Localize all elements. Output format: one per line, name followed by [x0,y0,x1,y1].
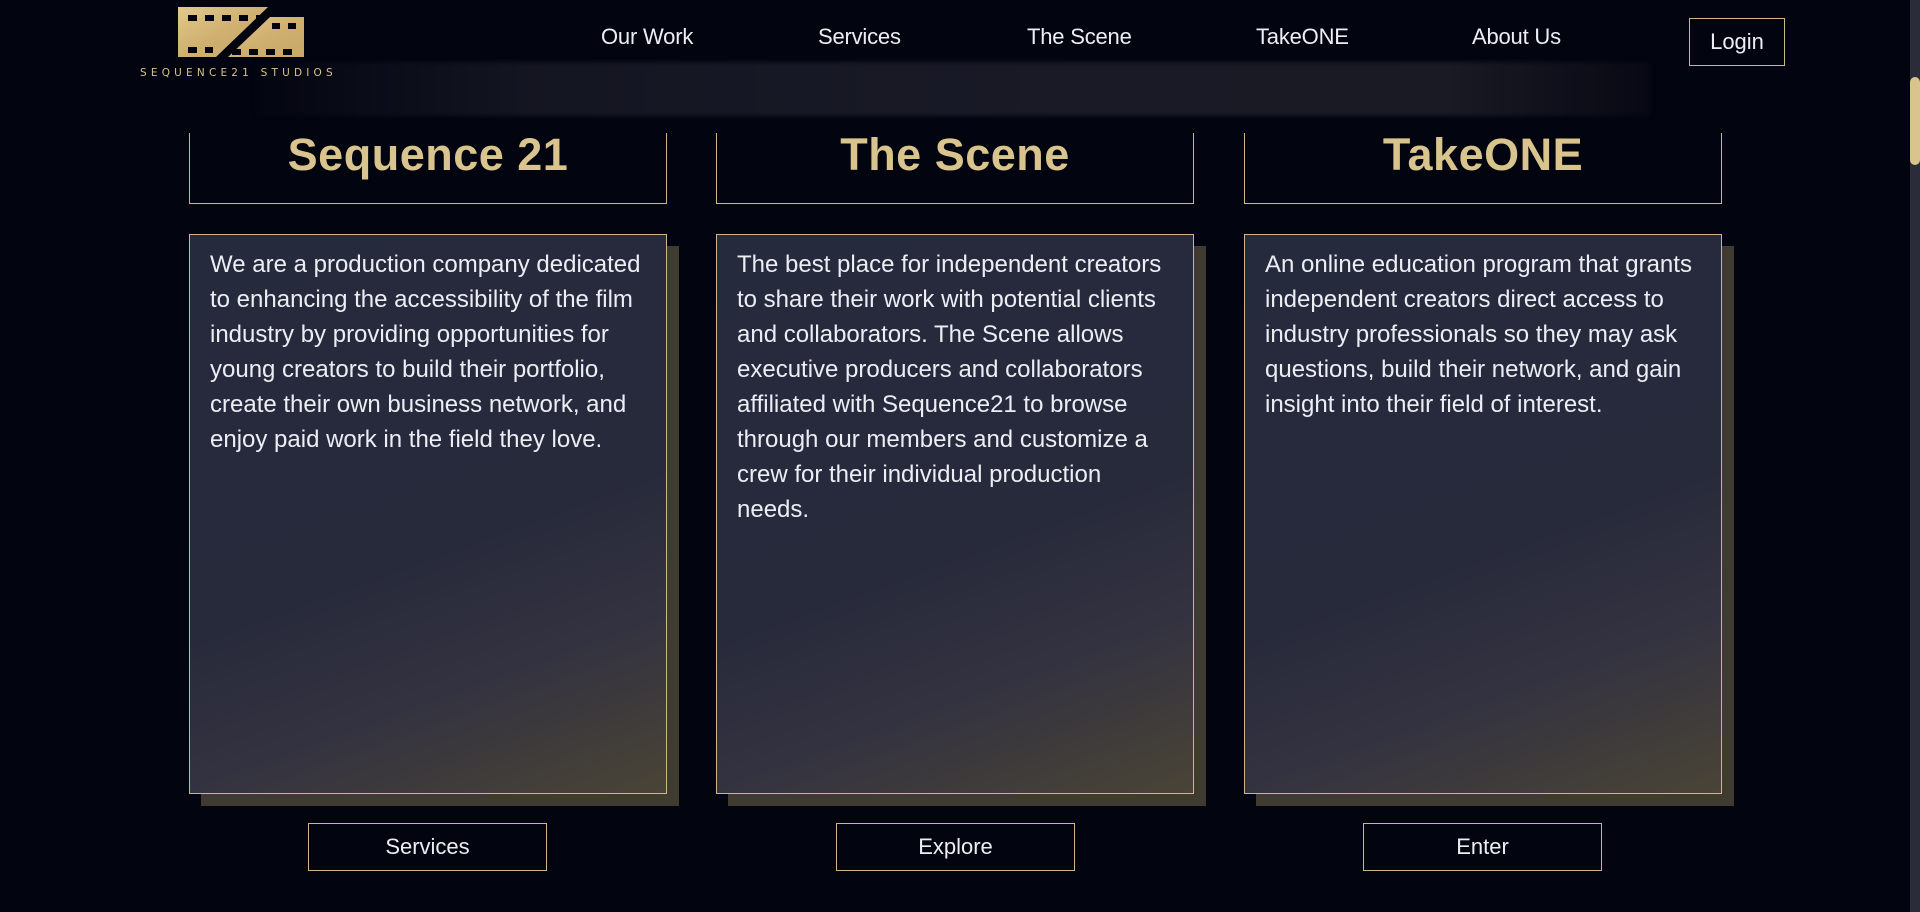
scrollbar-thumb[interactable] [1910,77,1920,165]
card-header: TakeONE [1244,129,1722,204]
card-body: We are a production company dedicated to… [189,234,667,794]
card-header: Sequence 21 [189,129,667,204]
nav-services[interactable]: Services [818,24,901,50]
card-title: The Scene [840,129,1070,180]
explore-button[interactable]: Explore [836,823,1075,871]
nav-about-us[interactable]: About Us [1472,24,1561,50]
nav-the-scene[interactable]: The Scene [1027,24,1132,50]
film-strip-icon [178,7,304,57]
card-title: Sequence 21 [287,129,569,180]
logo[interactable]: SEQUENCE21 STUDIOS [140,5,340,80]
nav-takeone[interactable]: TakeONE [1256,24,1349,50]
logo-wordmark: SEQUENCE21 STUDIOS [140,67,337,79]
card-description: An online education program that grants … [1265,251,1692,418]
card-title: TakeONE [1382,129,1584,180]
card-description: We are a production company dedicated to… [210,251,641,453]
login-button[interactable]: Login [1689,18,1785,66]
card-body: An online education program that grants … [1244,234,1722,794]
nav-our-work[interactable]: Our Work [601,24,693,50]
enter-button[interactable]: Enter [1363,823,1602,871]
card-body: The best place for independent creators … [716,234,1194,794]
card-header: The Scene [716,129,1194,204]
page: SEQUENCE21 STUDIOS Our Work Services The… [0,0,1920,912]
services-button[interactable]: Services [308,823,547,871]
scrollbar[interactable] [1910,0,1920,912]
card-description: The best place for independent creators … [737,251,1162,523]
site-header: SEQUENCE21 STUDIOS Our Work Services The… [0,0,1908,115]
